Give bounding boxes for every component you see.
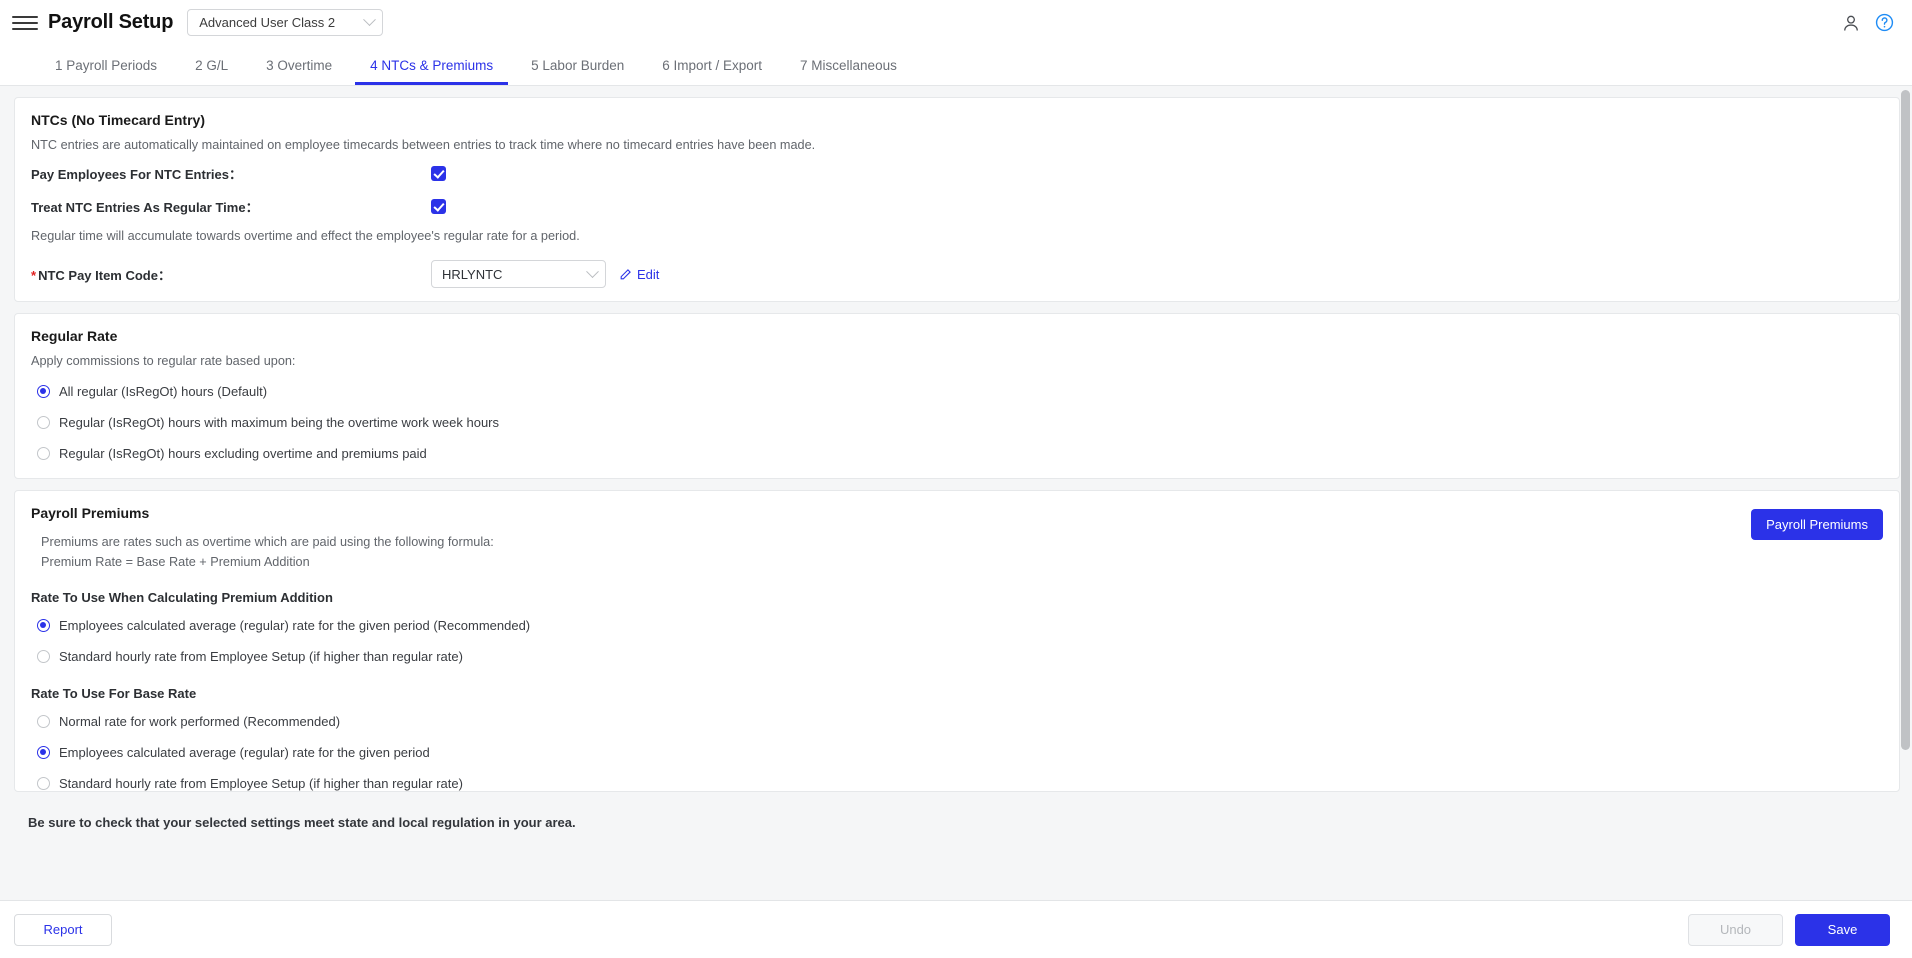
undo-button[interactable]: Undo [1688,913,1783,946]
tab-overtime[interactable]: 3 Overtime [247,45,351,85]
regulation-note: Be sure to check that your selected sett… [28,815,576,830]
option-label: All regular (IsRegOt) hours (Default) [59,384,268,399]
radio-icon [37,619,50,632]
option-label: Regular (IsRegOt) hours excluding overti… [59,446,427,461]
help-circle-icon[interactable] [1875,13,1894,32]
ntc-panel-title: NTCs (No Timecard Entry) [31,112,205,128]
tab-miscellaneous[interactable]: 7 Miscellaneous [781,45,916,85]
regular-rate-option-1[interactable]: Regular (IsRegOt) hours with maximum bei… [15,410,1899,435]
pay-item-code-select[interactable]: HRLYNTC [431,260,606,288]
treat-regular-checkbox[interactable] [431,199,446,214]
app-header: Payroll Setup Advanced User Class 2 [0,0,1912,45]
pay-employees-checkbox[interactable] [431,166,446,181]
regular-rate-option-2[interactable]: Regular (IsRegOt) hours excluding overti… [15,441,1899,466]
option-label: Normal rate for work performed (Recommen… [59,714,341,729]
option-label: Employees calculated average (regular) r… [59,618,531,633]
settings-scroll-area: NTCs (No Timecard Entry) NTC entries are… [0,86,1912,853]
radio-icon [37,385,50,398]
regular-rate-option-0[interactable]: All regular (IsRegOt) hours (Default) [15,379,1899,404]
radio-icon [37,447,50,460]
regular-rate-panel: Regular Rate Apply commissions to regula… [14,313,1900,479]
page-title: Payroll Setup [48,11,174,33]
pay-item-label-text: NTC Pay Item Code： [38,267,171,283]
treat-regular-label: Treat NTC Entries As Regular Time： [31,200,259,215]
tab-payroll-periods[interactable]: 1 Payroll Periods [36,45,176,85]
ntc-panel: NTCs (No Timecard Entry) NTC entries are… [14,97,1900,302]
tab-gl[interactable]: 2 G/L [176,45,247,85]
option-label: Regular (IsRegOt) hours with maximum bei… [59,415,500,430]
radio-icon [37,715,50,728]
regular-rate-title: Regular Rate [31,328,118,344]
user-icon[interactable] [1841,13,1861,33]
chevron-down-icon [363,13,377,27]
pay-employees-row: Pay Employees For NTC Entries： [15,152,1899,183]
chevron-down-icon [586,264,599,278]
premiums-formula-line1: Premiums are rates such as overtime whic… [41,535,494,549]
option-label: Employees calculated average (regular) r… [59,745,430,760]
tab-labor-burden[interactable]: 5 Labor Burden [512,45,643,85]
required-asterisk: * [31,267,37,283]
save-button[interactable]: Save [1795,913,1890,946]
pay-item-label: * NTC Pay Item Code： [31,265,431,284]
scrollbar-thumb[interactable] [1901,90,1910,750]
header-actions [1841,13,1894,33]
regular-time-note: Regular time will accumulate towards ove… [31,229,580,243]
treat-regular-row: Treat NTC Entries As Regular Time： [15,183,1899,216]
hamburger-icon[interactable] [12,10,38,36]
tab-import-export[interactable]: 6 Import / Export [643,45,781,85]
radio-icon [37,746,50,759]
report-button[interactable]: Report [14,913,112,946]
footer-bar: Report Undo Save [0,900,1912,958]
user-class-value: Advanced User Class 2 [199,15,336,30]
vertical-scrollbar[interactable] [1901,86,1910,853]
edit-pay-item-link[interactable]: Edit [619,267,659,282]
payroll-premiums-panel: Payroll Premiums Premiums are rates such… [14,490,1900,792]
radio-icon [37,416,50,429]
regular-rate-description: Apply commissions to regular rate based … [31,354,296,368]
option-label: Standard hourly rate from Employee Setup… [59,649,463,664]
premiums-panel-title: Payroll Premiums [31,505,150,521]
ntc-description: NTC entries are automatically maintained… [31,138,816,152]
base-rate-title: Rate To Use For Base Rate [31,686,197,701]
pencil-icon [620,268,631,279]
base-rate-option-2[interactable]: Standard hourly rate from Employee Setup… [15,771,1899,796]
premium-addition-option-1[interactable]: Standard hourly rate from Employee Setup… [15,644,1899,669]
radio-icon [37,777,50,790]
tab-bar: 1 Payroll Periods 2 G/L 3 Overtime 4 NTC… [0,45,1912,86]
edit-label: Edit [637,266,660,282]
footer-actions: Undo Save [1688,913,1890,946]
pay-item-row: * NTC Pay Item Code： HRLYNTC Edit [15,243,1899,288]
premiums-formula-line2: Premium Rate = Base Rate + Premium Addit… [41,555,310,569]
payroll-premiums-button[interactable]: Payroll Premiums [1751,509,1883,540]
premium-addition-option-0[interactable]: Employees calculated average (regular) r… [15,613,1899,638]
option-label: Standard hourly rate from Employee Setup… [59,776,463,791]
user-class-select[interactable]: Advanced User Class 2 [187,9,384,36]
pay-employees-label: Pay Employees For NTC Entries： [31,167,242,182]
pay-item-code-value: HRLYNTC [442,266,503,282]
tab-ntcs-premiums[interactable]: 4 NTCs & Premiums [351,45,512,85]
base-rate-option-0[interactable]: Normal rate for work performed (Recommen… [15,709,1899,734]
radio-icon [37,650,50,663]
base-rate-option-1[interactable]: Employees calculated average (regular) r… [15,740,1899,765]
premium-addition-title: Rate To Use When Calculating Premium Add… [31,590,333,605]
